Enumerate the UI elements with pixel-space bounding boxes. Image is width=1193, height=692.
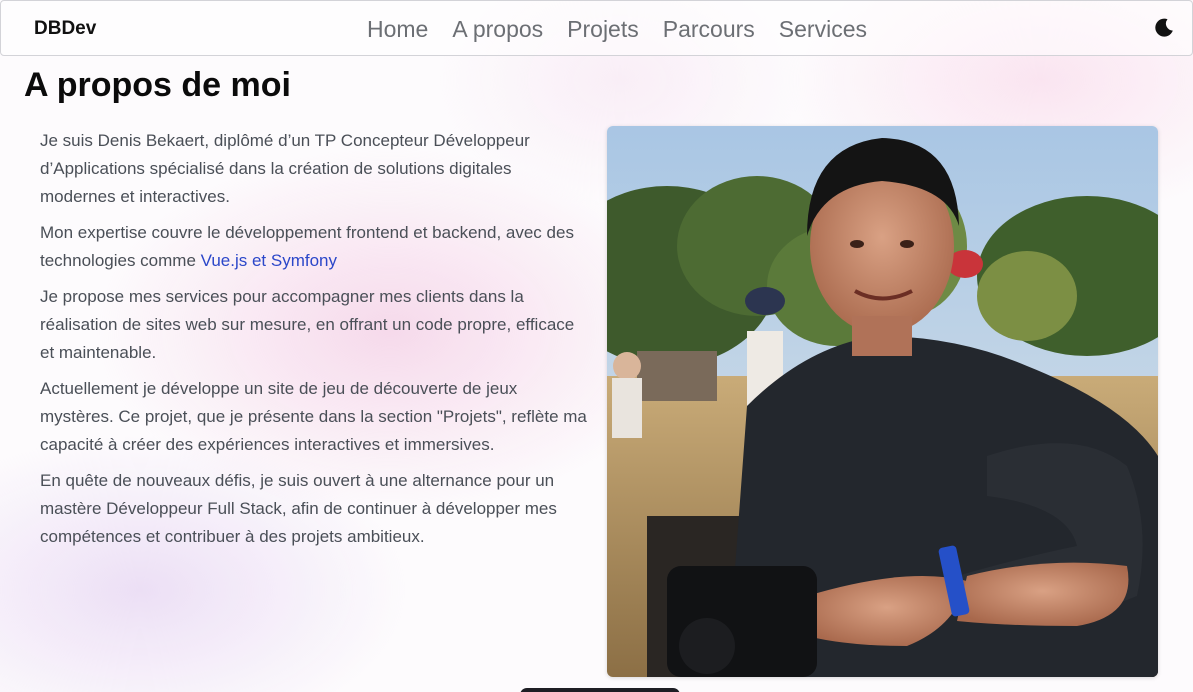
profile-photo — [607, 126, 1158, 677]
scroll-indicator[interactable] — [520, 688, 680, 692]
about-paragraph-project: Actuellement je développe un site de jeu… — [40, 379, 587, 454]
about-paragraph-expertise: Mon expertise couvre le développement fr… — [40, 219, 588, 275]
navbar: DBDev Home A propos Projets Parcours Ser… — [0, 0, 1193, 56]
tech-link[interactable]: Vue.js et Symfony — [201, 251, 337, 270]
about-paragraph-services: Je propose mes services pour accompagner… — [40, 287, 575, 362]
portrait-photo — [607, 126, 1158, 677]
theme-toggle-button[interactable] — [1152, 16, 1176, 40]
nav-link-parcours[interactable]: Parcours — [663, 15, 755, 43]
about-text: Je suis Denis Bekaert, diplômé d’un TP C… — [40, 127, 588, 559]
nav-link-projets[interactable]: Projets — [567, 15, 639, 43]
about-paragraph-intro: Je suis Denis Bekaert, diplômé d’un TP C… — [40, 131, 530, 206]
nav-link-home[interactable]: Home — [367, 15, 428, 43]
page-title: A propos de moi — [24, 66, 291, 104]
moon-icon — [1155, 18, 1173, 37]
brand-logo[interactable]: DBDev — [34, 18, 96, 40]
nav-links: Home A propos Projets Parcours Services — [367, 15, 867, 43]
nav-link-services[interactable]: Services — [779, 15, 867, 43]
nav-link-a-propos[interactable]: A propos — [452, 15, 543, 43]
about-paragraph-goals: En quête de nouveaux défis, je suis ouve… — [40, 471, 557, 546]
